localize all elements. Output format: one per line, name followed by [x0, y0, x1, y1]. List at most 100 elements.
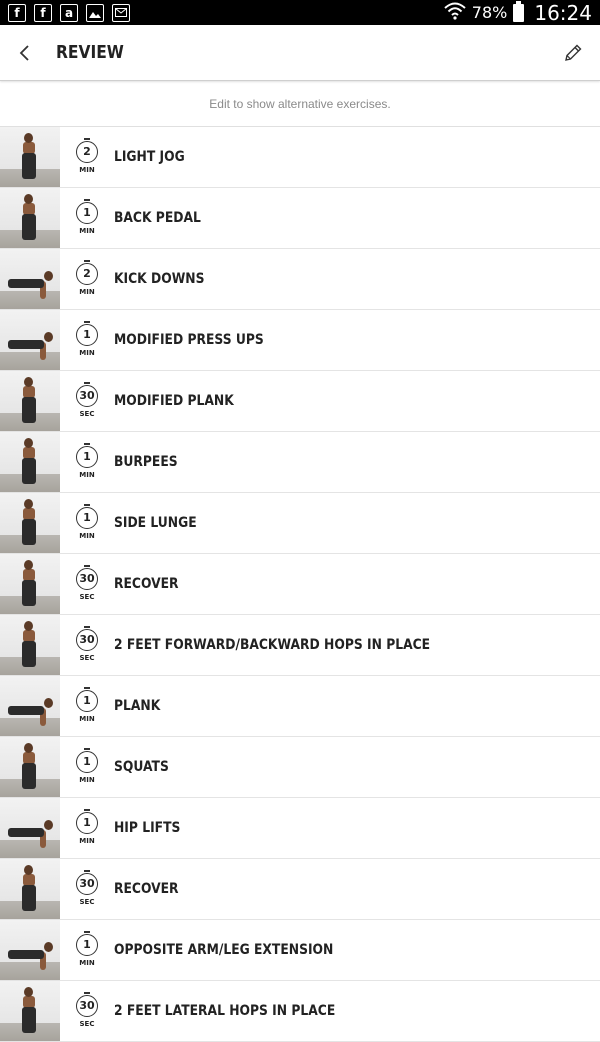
exercise-row[interactable]: 30 SEC RECOVER	[0, 554, 600, 615]
exercise-thumbnail	[0, 798, 60, 858]
exercise-name: RECOVER	[114, 576, 179, 592]
duration-unit: MIN	[79, 836, 95, 845]
exercise-thumbnail	[0, 127, 60, 187]
exercise-row[interactable]: 1 MIN SIDE LUNGE	[0, 493, 600, 554]
exercise-name: KICK DOWNS	[114, 271, 205, 287]
chevron-left-icon	[19, 44, 29, 61]
exercise-row[interactable]: 30 SEC 2 FEET LATERAL HOPS IN PLACE	[0, 981, 600, 1042]
stopwatch-icon: 1	[76, 747, 98, 773]
clock: 16:24	[534, 0, 592, 25]
stopwatch-icon: 1	[76, 686, 98, 712]
duration-timer: 30 SEC	[60, 381, 114, 418]
stopwatch-icon: 1	[76, 503, 98, 529]
duration-timer: 2 MIN	[60, 259, 114, 296]
edit-hint: Edit to show alternative exercises.	[0, 81, 600, 127]
exercise-row[interactable]: 1 MIN PLANK	[0, 676, 600, 737]
exercise-list: 2 MIN LIGHT JOG 1 MIN BACK PEDAL 2 MIN KICK DOWN…	[0, 127, 600, 1042]
exercise-name: 2 FEET FORWARD/BACKWARD HOPS IN PLACE	[114, 637, 431, 653]
exercise-thumbnail	[0, 188, 60, 248]
exercise-name: MODIFIED PLANK	[114, 393, 234, 409]
exercise-thumbnail	[0, 554, 60, 614]
duration-timer: 1 MIN	[60, 503, 114, 540]
status-bar: f f a 78% 16:24	[0, 0, 600, 25]
exercise-name: RECOVER	[114, 881, 179, 897]
pencil-icon	[565, 44, 582, 61]
exercise-name: HIP LIFTS	[114, 820, 181, 836]
edit-button[interactable]	[560, 40, 586, 66]
exercise-thumbnail	[0, 676, 60, 736]
duration-unit: MIN	[79, 958, 95, 967]
stopwatch-icon: 1	[76, 198, 98, 224]
kindle-icon: a	[60, 3, 78, 22]
duration-unit: MIN	[79, 348, 95, 357]
notification-icons: f f a	[8, 3, 130, 22]
exercise-name: BURPEES	[114, 454, 178, 470]
exercise-row[interactable]: 1 MIN SQUATS	[0, 737, 600, 798]
exercise-row[interactable]: 1 MIN OPPOSITE ARM/LEG EXTENSION	[0, 920, 600, 981]
exercise-thumbnail	[0, 432, 60, 492]
duration-unit: MIN	[79, 165, 95, 174]
duration-unit: MIN	[79, 226, 95, 235]
stopwatch-icon: 1	[76, 808, 98, 834]
duration-unit: MIN	[79, 470, 95, 479]
exercise-name: 2 FEET LATERAL HOPS IN PLACE	[114, 1003, 336, 1019]
duration-unit: MIN	[79, 714, 95, 723]
stopwatch-icon: 1	[76, 442, 98, 468]
back-button[interactable]	[12, 41, 36, 65]
page-title: REVIEW	[56, 42, 124, 63]
exercise-thumbnail	[0, 859, 60, 919]
stopwatch-icon: 2	[76, 259, 98, 285]
exercise-thumbnail	[0, 737, 60, 797]
exercise-name: BACK PEDAL	[114, 210, 201, 226]
exercise-name: LIGHT JOG	[114, 149, 185, 165]
duration-unit: SEC	[79, 653, 95, 662]
exercise-row[interactable]: 1 MIN BACK PEDAL	[0, 188, 600, 249]
duration-timer: 1 MIN	[60, 320, 114, 357]
duration-timer: 30 SEC	[60, 564, 114, 601]
exercise-row[interactable]: 2 MIN LIGHT JOG	[0, 127, 600, 188]
duration-unit: MIN	[79, 287, 95, 296]
duration-timer: 30 SEC	[60, 625, 114, 662]
exercise-name: MODIFIED PRESS UPS	[114, 332, 264, 348]
app-bar: REVIEW	[0, 25, 600, 81]
gallery-icon	[86, 3, 104, 22]
stopwatch-icon: 30	[76, 564, 98, 590]
duration-unit: SEC	[79, 897, 95, 906]
duration-timer: 1 MIN	[60, 198, 114, 235]
exercise-row[interactable]: 30 SEC 2 FEET FORWARD/BACKWARD HOPS IN PLA…	[0, 615, 600, 676]
duration-timer: 2 MIN	[60, 137, 114, 174]
exercise-thumbnail	[0, 615, 60, 675]
duration-unit: MIN	[79, 531, 95, 540]
system-status: 78% 16:24	[444, 0, 592, 25]
exercise-name: SIDE LUNGE	[114, 515, 197, 531]
facebook-icon: f	[8, 3, 26, 22]
exercise-row[interactable]: 1 MIN BURPEES	[0, 432, 600, 493]
exercise-name: PLANK	[114, 698, 161, 714]
facebook-icon: f	[34, 3, 52, 22]
duration-timer: 1 MIN	[60, 442, 114, 479]
exercise-thumbnail	[0, 371, 60, 431]
exercise-row[interactable]: 1 MIN MODIFIED PRESS UPS	[0, 310, 600, 371]
stopwatch-icon: 30	[76, 869, 98, 895]
exercise-row[interactable]: 2 MIN KICK DOWNS	[0, 249, 600, 310]
exercise-row[interactable]: 1 MIN HIP LIFTS	[0, 798, 600, 859]
email-icon	[112, 3, 130, 22]
exercise-name: SQUATS	[114, 759, 169, 775]
duration-timer: 1 MIN	[60, 686, 114, 723]
exercise-row[interactable]: 30 SEC RECOVER	[0, 859, 600, 920]
battery-icon	[513, 0, 525, 22]
wifi-icon	[444, 2, 466, 24]
exercise-thumbnail	[0, 981, 60, 1041]
exercise-name: OPPOSITE ARM/LEG EXTENSION	[114, 942, 334, 958]
exercise-thumbnail	[0, 310, 60, 370]
exercise-thumbnail	[0, 920, 60, 980]
battery-percent: 78%	[471, 3, 508, 22]
duration-unit: SEC	[79, 409, 95, 418]
duration-unit: MIN	[79, 775, 95, 784]
duration-timer: 1 MIN	[60, 930, 114, 967]
exercise-row[interactable]: 30 SEC MODIFIED PLANK	[0, 371, 600, 432]
exercise-thumbnail	[0, 493, 60, 553]
duration-timer: 30 SEC	[60, 869, 114, 906]
duration-timer: 1 MIN	[60, 747, 114, 784]
duration-timer: 1 MIN	[60, 808, 114, 845]
